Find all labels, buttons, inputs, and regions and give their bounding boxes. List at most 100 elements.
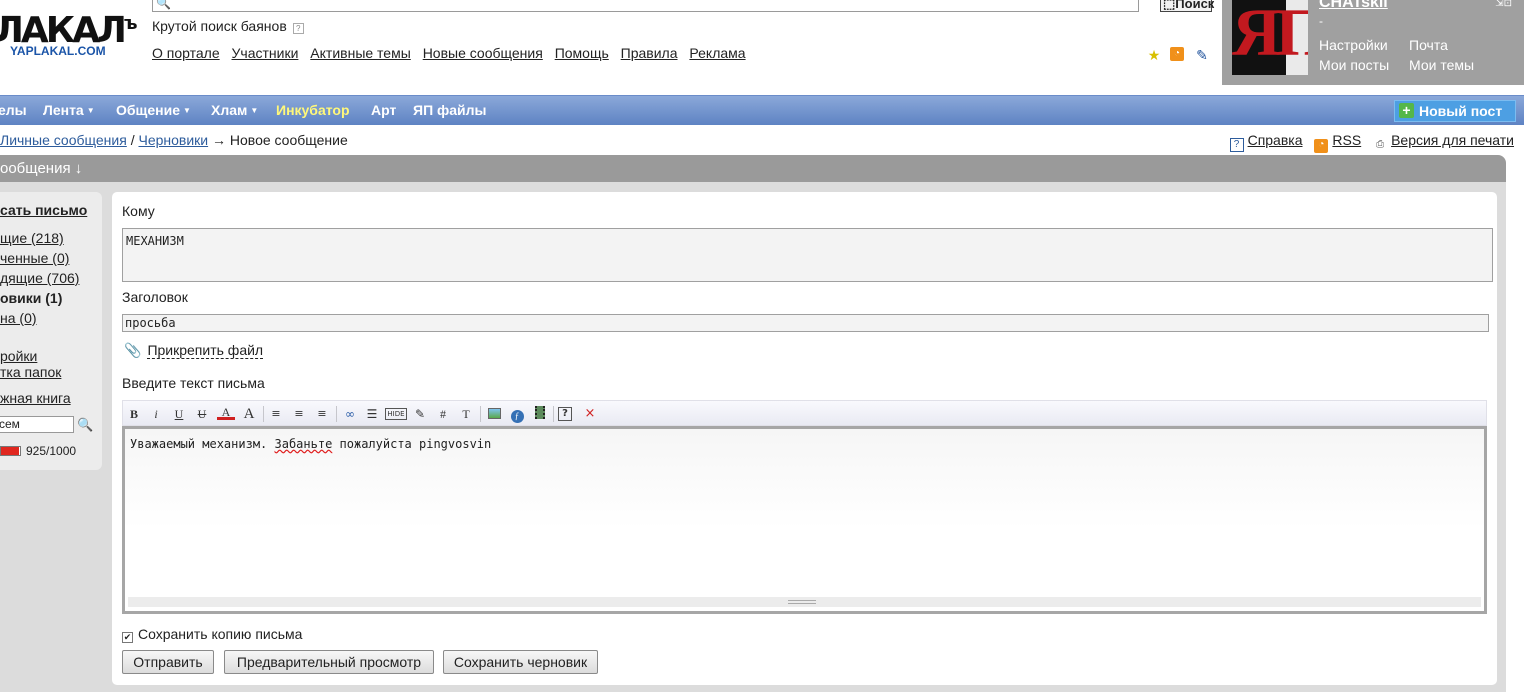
navbar-item-feed[interactable]: Лента ▼ (43, 102, 95, 118)
navbar-item-art[interactable]: Арт (371, 102, 396, 118)
remove-format-icon[interactable]: × (581, 405, 599, 423)
nav-new-messages[interactable]: Новые сообщения (423, 45, 543, 61)
username-link[interactable]: CHATskii (1319, 0, 1388, 12)
toolbar-separator (480, 406, 481, 422)
search-icon[interactable]: 🔍 (77, 417, 93, 433)
avatar[interactable]: ЯП (1232, 0, 1308, 75)
font-size-icon[interactable]: A (240, 405, 258, 423)
navbar-item-chat[interactable]: Общение ▼ (116, 102, 191, 118)
nav-rules[interactable]: Правила (621, 45, 678, 61)
bold-icon[interactable]: B (125, 405, 143, 423)
hash-icon[interactable]: # (434, 405, 452, 423)
logout-icon[interactable]: ⇲⊡ (1495, 0, 1512, 9)
message-body-textarea[interactable]: Уважаемый механизм. Забаньте пожалуйста … (122, 426, 1487, 614)
link-icon[interactable]: ∞ (341, 405, 359, 423)
mail-search-input[interactable]: сем (0, 416, 74, 433)
resize-handle[interactable] (128, 597, 1481, 607)
underline-icon[interactable]: U (170, 405, 188, 423)
breadcrumb-arrow: → (212, 132, 226, 148)
search-button-label: Поиск (1175, 0, 1215, 11)
navbar-item-sections[interactable]: елы (0, 102, 27, 118)
breadcrumb-current: Новое сообщение (229, 132, 348, 148)
user-status: - (1319, 14, 1323, 28)
search-input[interactable]: 🔍 (152, 0, 1139, 12)
address-book-link[interactable]: жная книга (0, 390, 71, 406)
folder-trash[interactable]: на (0) (0, 310, 37, 326)
nav-about[interactable]: О портале (152, 45, 220, 61)
navbar-item-junk[interactable]: Хлам ▼ (211, 102, 258, 118)
help-icon[interactable]: ? (558, 407, 572, 421)
subject-input[interactable]: просьба (122, 314, 1489, 332)
video-icon[interactable] (531, 405, 549, 423)
image-icon[interactable] (485, 405, 503, 423)
attach-file-link[interactable]: 📎 Прикрепить файл (124, 342, 264, 359)
nav-help[interactable]: Помощь (555, 45, 609, 61)
logo-subtext: YAPLAKAL.COM (10, 44, 106, 58)
align-left-icon[interactable]: ≡ (267, 405, 285, 423)
my-topics-link[interactable]: Мои темы (1409, 57, 1474, 73)
section-title: ообщения ↓ (0, 160, 83, 177)
print-version-link[interactable]: Версия для печати (1391, 132, 1514, 148)
page-tools: ? Справка ◔ RSS ⎙ Версия для печати (1222, 132, 1514, 153)
mail-link[interactable]: Почта (1409, 37, 1448, 53)
hide-icon[interactable]: HIDE (385, 408, 407, 420)
send-button[interactable]: Отправить (122, 650, 214, 674)
navbar-item-incubator[interactable]: Инкубатор (276, 102, 350, 118)
new-post-label: Новый пост (1419, 103, 1503, 119)
toolbar-separator (336, 406, 337, 422)
save-copy-option[interactable]: ✔ Сохранить копию письма (122, 626, 302, 643)
italic-icon[interactable]: i (147, 405, 165, 423)
pencil-icon[interactable]: ✎ (1194, 47, 1210, 63)
favorites-star-icon[interactable]: ★ (1146, 47, 1162, 63)
body-text-end: пожалуйста pingvosvin (332, 437, 492, 451)
main-navbar: елы Лента ▼ Общение ▼ Хлам ▼ Инкубатор Арт … (0, 95, 1524, 125)
rss-icon: ◔ (1314, 139, 1329, 153)
write-letter-link[interactable]: сать письмо (0, 202, 87, 218)
printer-icon: ⎙ (1376, 139, 1385, 150)
nav-active-topics[interactable]: Активные темы (310, 45, 411, 61)
breadcrumb: Личные сообщения / Черновики → Новое соо… (0, 132, 348, 148)
nav-members[interactable]: Участники (232, 45, 299, 61)
help-link[interactable]: Справка (1248, 132, 1303, 148)
list-icon[interactable]: ☰ (363, 405, 381, 423)
save-draft-button[interactable]: Сохранить черновик (443, 650, 598, 674)
folder-outgoing[interactable]: дящие (706) (0, 270, 79, 286)
help-icon: ? (1229, 138, 1244, 152)
folder-setup-link[interactable]: тка папок (0, 364, 61, 380)
nav-ads[interactable]: Реклама (689, 45, 745, 61)
body-misspelled-word: Забаньте (274, 437, 333, 451)
align-center-icon[interactable]: ≡ (290, 405, 308, 423)
edit-icon[interactable]: ✎ (411, 405, 429, 423)
search-icon: 🔍 (156, 0, 171, 10)
search-button[interactable]: ⬚Поиск (1160, 0, 1215, 12)
new-post-button[interactable]: + Новый пост (1394, 100, 1516, 122)
strikethrough-icon[interactable]: U (193, 405, 211, 423)
folder-incoming[interactable]: щие (218) (0, 230, 64, 246)
text-color-icon[interactable]: A (217, 405, 235, 420)
help-icon[interactable]: ? (292, 23, 304, 34)
folder-unread[interactable]: ченные (0) (0, 250, 69, 266)
breadcrumb-drafts[interactable]: Черновики (138, 132, 208, 148)
my-posts-link[interactable]: Мои посты (1319, 57, 1389, 73)
toolbar-separator (553, 406, 554, 422)
mail-settings-link[interactable]: ройки (0, 348, 37, 364)
breadcrumb-private-messages[interactable]: Личные сообщения (0, 132, 127, 148)
chevron-down-icon: ▼ (182, 106, 191, 115)
settings-link[interactable]: Настройки (1319, 37, 1388, 53)
save-copy-checkbox[interactable]: ✔ (122, 632, 133, 643)
align-right-icon[interactable]: ≡ (313, 405, 331, 423)
body-text-start: Уважаемый механизм. (130, 437, 275, 451)
rss-icon[interactable]: ◔ (1170, 47, 1184, 61)
body-label: Введите текст письма (122, 375, 265, 391)
subject-label: Заголовок (122, 289, 188, 305)
rss-link[interactable]: RSS (1332, 132, 1361, 148)
folder-drafts[interactable]: овики (1) (0, 290, 62, 306)
recipient-input[interactable]: МЕХАНИЗМ (122, 228, 1493, 282)
flash-icon[interactable]: ƒ (508, 405, 526, 423)
mail-sidebar: сать письмо щие (218) ченные (0) дящие (… (0, 192, 102, 470)
text-icon[interactable]: T (457, 405, 475, 423)
preview-button[interactable]: Предварительный просмотр (224, 650, 434, 674)
section-header[interactable]: ообщения ↓ (0, 155, 1506, 182)
navbar-item-files[interactable]: ЯП файлы (413, 102, 487, 118)
site-logo[interactable]: ЛАКАЛъ YAPLAKAL.COM (0, 4, 137, 60)
